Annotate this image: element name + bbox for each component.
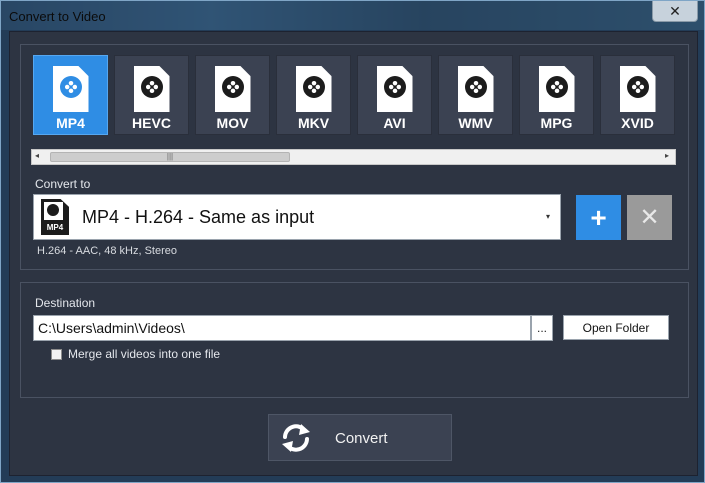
refresh-icon [282, 424, 310, 452]
format-label: XVID [621, 115, 654, 131]
film-file-icon [457, 66, 494, 112]
remove-profile-button[interactable]: ✕ [627, 195, 672, 240]
merge-checkbox[interactable] [51, 349, 62, 360]
scroll-right-arrow-icon[interactable]: ▸ [665, 151, 669, 160]
close-button[interactable]: ✕ [652, 1, 698, 22]
convert-button-label: Convert [335, 430, 388, 447]
format-label: MOV [216, 115, 249, 131]
mp4-file-icon: MP4 [41, 199, 69, 235]
destination-label: Destination [35, 296, 96, 310]
format-panel: MP4 HEVC MOV MKV AVI WMV MPG XVID ◂ ||| ▸ Conve… [20, 44, 689, 270]
format-label: WMV [458, 115, 493, 131]
profile-select[interactable]: MP4 MP4 - H.264 - Same as input ▾ [33, 194, 561, 240]
film-file-icon [538, 66, 575, 112]
convert-dialog: Convert to Video ✕ MP4 HEVC MOV MKV AVI WMV MP… [0, 0, 705, 483]
browse-button[interactable]: ... [531, 315, 553, 341]
convert-to-label: Convert to [35, 177, 91, 191]
format-tile-mov[interactable]: MOV [195, 55, 270, 135]
format-label: MPG [540, 115, 573, 131]
format-tile-xvid[interactable]: XVID [600, 55, 675, 135]
scrollbar-thumb[interactable]: ||| [50, 152, 290, 162]
title-bar[interactable]: Convert to Video ✕ [1, 1, 704, 31]
format-tile-wmv[interactable]: WMV [438, 55, 513, 135]
profile-select-value: MP4 - H.264 - Same as input [82, 207, 315, 227]
film-file-icon [52, 66, 89, 112]
dialog-body: MP4 HEVC MOV MKV AVI WMV MPG XVID ◂ ||| ▸ Conve… [9, 31, 698, 476]
film-file-icon [214, 66, 251, 112]
destination-input[interactable] [33, 315, 531, 341]
film-file-icon [619, 66, 656, 112]
format-tile-mkv[interactable]: MKV [276, 55, 351, 135]
scroll-left-arrow-icon[interactable]: ◂ [35, 151, 39, 160]
merge-checkbox-label: Merge all videos into one file [68, 347, 221, 361]
format-list: MP4 HEVC MOV MKV AVI WMV MPG XVID [33, 55, 678, 135]
format-label: HEVC [132, 115, 171, 131]
window-title: Convert to Video [9, 9, 106, 24]
format-tile-hevc[interactable]: HEVC [114, 55, 189, 135]
open-folder-button[interactable]: Open Folder [563, 315, 669, 340]
format-label: AVI [383, 115, 406, 131]
destination-panel: Destination ... Open Folder Merge all vi… [20, 282, 689, 398]
film-file-icon [133, 66, 170, 112]
format-label: MP4 [56, 115, 85, 131]
format-scrollbar[interactable]: ◂ ||| ▸ [31, 149, 676, 165]
file-tag: MP4 [46, 223, 64, 232]
format-label: MKV [297, 115, 330, 131]
add-profile-button[interactable]: + [576, 195, 621, 240]
format-tile-avi[interactable]: AVI [357, 55, 432, 135]
format-tile-mp4[interactable]: MP4 [33, 55, 108, 135]
film-file-icon [295, 66, 332, 112]
codec-info: H.264 - AAC, 48 kHz, Stereo [37, 245, 178, 257]
film-file-icon [376, 66, 413, 112]
chevron-down-icon[interactable]: ▾ [546, 212, 550, 221]
convert-button[interactable]: Convert [268, 414, 452, 461]
format-tile-mpg[interactable]: MPG [519, 55, 594, 135]
